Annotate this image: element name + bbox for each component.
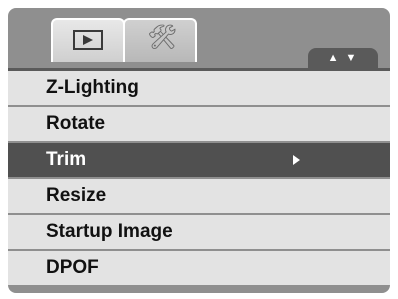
menu-item-label: Z-Lighting [46, 77, 139, 98]
play-icon [73, 30, 103, 50]
tab-bar: 🛠 ▲ ▼ [8, 8, 390, 68]
menu-item-label: DPOF [46, 257, 99, 278]
tab-setup[interactable]: 🛠 [123, 18, 197, 62]
menu-item-startup-image[interactable]: Startup Image [8, 215, 390, 249]
menu-item-label: Rotate [46, 113, 106, 134]
menu-item-trim[interactable]: Trim [8, 143, 390, 177]
menu-list: Z-Lighting Rotate Trim Resize Startup Im… [8, 68, 390, 287]
submenu-arrow-icon [293, 155, 300, 165]
menu-item-z-lighting[interactable]: Z-Lighting [8, 71, 390, 105]
tab-playback[interactable] [51, 18, 125, 62]
up-down-indicator: ▲ ▼ [308, 48, 378, 68]
menu-item-label: Resize [46, 185, 107, 206]
menu-item-label: Startup Image [46, 221, 173, 242]
tools-icon: 🛠 [147, 24, 178, 51]
camera-menu-screen: 🛠 ▲ ▼ Z-Lighting Rotate Trim Resize Star… [8, 8, 390, 293]
menu-item-resize[interactable]: Resize [8, 179, 390, 213]
menu-item-dpof[interactable]: DPOF [8, 251, 390, 285]
menu-item-label: Trim [46, 149, 87, 170]
menu-item-rotate[interactable]: Rotate [8, 107, 390, 141]
